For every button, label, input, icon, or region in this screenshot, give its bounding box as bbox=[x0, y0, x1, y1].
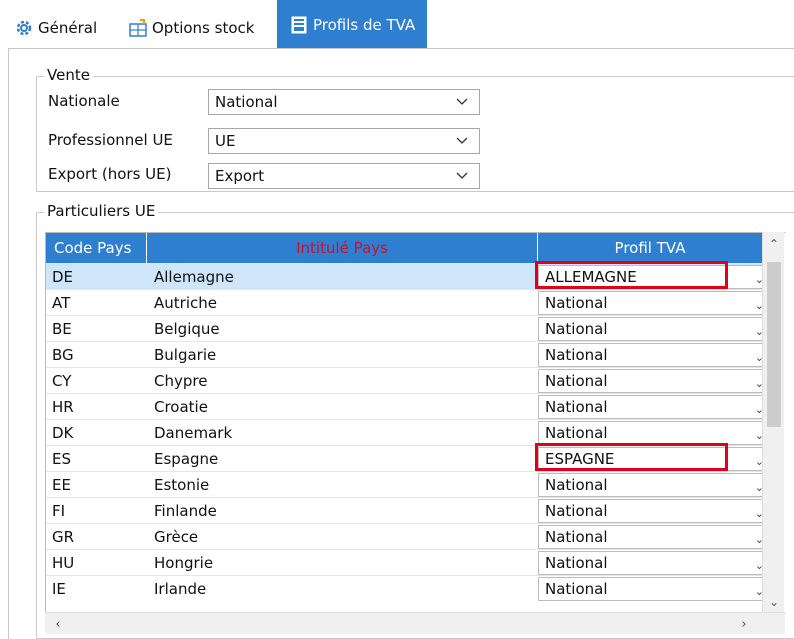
cell-name: Grèce bbox=[154, 528, 199, 546]
table-row[interactable]: CY Chypre National ⌄ bbox=[46, 367, 764, 393]
table-row[interactable]: DK Danemark National ⌄ bbox=[46, 419, 764, 445]
cell-name: Estonie bbox=[154, 476, 210, 494]
tab-general[interactable]: Général bbox=[14, 6, 97, 50]
cell-name: Danemark bbox=[154, 424, 233, 442]
cell-code: FI bbox=[52, 502, 66, 520]
profil-tva-select[interactable]: National ⌄ bbox=[538, 343, 764, 367]
cell-name: Hongrie bbox=[154, 554, 214, 572]
cell-code: AT bbox=[52, 294, 71, 312]
profil-tva-select[interactable]: National ⌄ bbox=[538, 577, 764, 601]
profil-value: National bbox=[545, 528, 608, 546]
vente-legend: Vente bbox=[44, 66, 93, 84]
table-row[interactable]: EE Estonie National ⌄ bbox=[46, 471, 764, 497]
professionnel-ue-label: Professionnel UE bbox=[48, 131, 173, 149]
cell-code: HU bbox=[52, 554, 75, 572]
profil-tva-select[interactable]: National ⌄ bbox=[538, 499, 764, 523]
profil-value: National bbox=[545, 398, 608, 416]
cell-code: EE bbox=[52, 476, 71, 494]
table-row[interactable]: HU Hongrie National ⌄ bbox=[46, 549, 764, 575]
grid-header: Code Pays Intitulé Pays Profil TVA bbox=[46, 233, 763, 263]
profil-tva-select[interactable]: National ⌄ bbox=[538, 369, 764, 393]
cell-name: Bulgarie bbox=[154, 346, 217, 364]
profil-tva-select[interactable]: ALLEMAGNE ⌄ bbox=[538, 265, 764, 289]
tab-label: Profils de TVA bbox=[313, 16, 416, 34]
cell-code: BG bbox=[52, 346, 74, 364]
profil-value: ESPAGNE bbox=[545, 450, 615, 468]
profil-value: ALLEMAGNE bbox=[545, 268, 637, 286]
profil-tva-select[interactable]: National ⌄ bbox=[538, 421, 764, 445]
cell-name: Chypre bbox=[154, 372, 208, 390]
profil-value: National bbox=[545, 476, 608, 494]
scroll-thumb[interactable] bbox=[767, 262, 781, 427]
export-label: Export (hors UE) bbox=[48, 165, 172, 183]
profil-value: National bbox=[545, 372, 608, 390]
tab-options-stock[interactable]: Options stock bbox=[128, 6, 254, 50]
scroll-left-icon[interactable]: ‹ bbox=[47, 613, 69, 635]
scroll-down-icon[interactable]: ⌄ bbox=[763, 592, 785, 612]
tab-bar: Général Options stock Profils de TVA bbox=[0, 0, 794, 50]
stock-icon bbox=[128, 18, 148, 38]
nationale-select[interactable]: National bbox=[208, 89, 480, 115]
cell-name: Allemagne bbox=[154, 268, 234, 286]
cell-name: Espagne bbox=[154, 450, 219, 468]
tva-icon bbox=[289, 15, 309, 35]
vertical-scrollbar[interactable]: ⌃ ⌄ bbox=[762, 232, 784, 614]
table-row[interactable]: DE Allemagne ALLEMAGNE ⌄ bbox=[46, 263, 764, 289]
table-row[interactable]: GR Grèce National ⌄ bbox=[46, 523, 764, 549]
profil-tva-select[interactable]: ESPAGNE ⌄ bbox=[538, 447, 764, 471]
tab-label: Général bbox=[38, 19, 98, 37]
profil-value: National bbox=[545, 580, 608, 598]
table-row[interactable]: BG Bulgarie National ⌄ bbox=[46, 341, 764, 367]
cell-name: Finlande bbox=[154, 502, 217, 520]
chevron-down-icon bbox=[456, 98, 468, 105]
table-row[interactable]: AT Autriche National ⌄ bbox=[46, 289, 764, 315]
chevron-down-icon bbox=[456, 137, 468, 144]
table-row[interactable]: IE Irlande National ⌄ bbox=[46, 575, 764, 601]
particuliers-legend: Particuliers UE bbox=[44, 202, 159, 220]
tab-profils-tva[interactable]: Profils de TVA bbox=[277, 0, 428, 50]
cell-code: HR bbox=[52, 398, 74, 416]
chevron-down-icon bbox=[456, 172, 468, 179]
table-row[interactable]: BE Belgique National ⌄ bbox=[46, 315, 764, 341]
export-select[interactable]: Export bbox=[208, 163, 480, 189]
cell-code: IE bbox=[52, 580, 66, 598]
profil-value: National bbox=[545, 502, 608, 520]
cell-code: DE bbox=[52, 268, 74, 286]
cell-code: BE bbox=[52, 320, 72, 338]
scroll-up-icon[interactable]: ⌃ bbox=[763, 234, 785, 254]
profil-tva-select[interactable]: National ⌄ bbox=[538, 291, 764, 315]
cell-name: Belgique bbox=[154, 320, 220, 338]
scroll-right-icon[interactable]: › bbox=[733, 613, 755, 635]
profil-tva-select[interactable]: National ⌄ bbox=[538, 551, 764, 575]
profil-value: National bbox=[545, 346, 608, 364]
professionnel-ue-select[interactable]: UE bbox=[208, 128, 480, 154]
tab-label: Options stock bbox=[152, 19, 255, 37]
gear-icon bbox=[14, 18, 34, 38]
table-row[interactable]: FI Finlande National ⌄ bbox=[46, 497, 764, 523]
cell-code: DK bbox=[52, 424, 74, 442]
cell-code: GR bbox=[52, 528, 75, 546]
cell-name: Croatie bbox=[154, 398, 208, 416]
cell-code: ES bbox=[52, 450, 71, 468]
column-header-name[interactable]: Intitulé Pays bbox=[147, 233, 538, 263]
table-row[interactable]: ES Espagne ESPAGNE ⌄ bbox=[46, 445, 764, 471]
column-header-profil[interactable]: Profil TVA bbox=[538, 233, 763, 263]
profil-value: National bbox=[545, 554, 608, 572]
profil-value: National bbox=[545, 320, 608, 338]
cell-code: CY bbox=[52, 372, 72, 390]
profil-tva-select[interactable]: National ⌄ bbox=[538, 525, 764, 549]
cell-name: Irlande bbox=[154, 580, 207, 598]
profil-tva-select[interactable]: National ⌄ bbox=[538, 395, 764, 419]
countries-grid: Code Pays Intitulé Pays Profil TVA DE All… bbox=[45, 232, 785, 632]
cell-name: Autriche bbox=[154, 294, 217, 312]
table-row[interactable]: HR Croatie National ⌄ bbox=[46, 393, 764, 419]
profil-value: National bbox=[545, 424, 608, 442]
horizontal-scrollbar[interactable]: ‹ › bbox=[45, 612, 785, 634]
profil-value: National bbox=[545, 294, 608, 312]
profil-tva-select[interactable]: National ⌄ bbox=[538, 473, 764, 497]
profil-tva-select[interactable]: National ⌄ bbox=[538, 317, 764, 341]
nationale-label: Nationale bbox=[48, 92, 120, 110]
column-header-code[interactable]: Code Pays bbox=[46, 233, 147, 263]
